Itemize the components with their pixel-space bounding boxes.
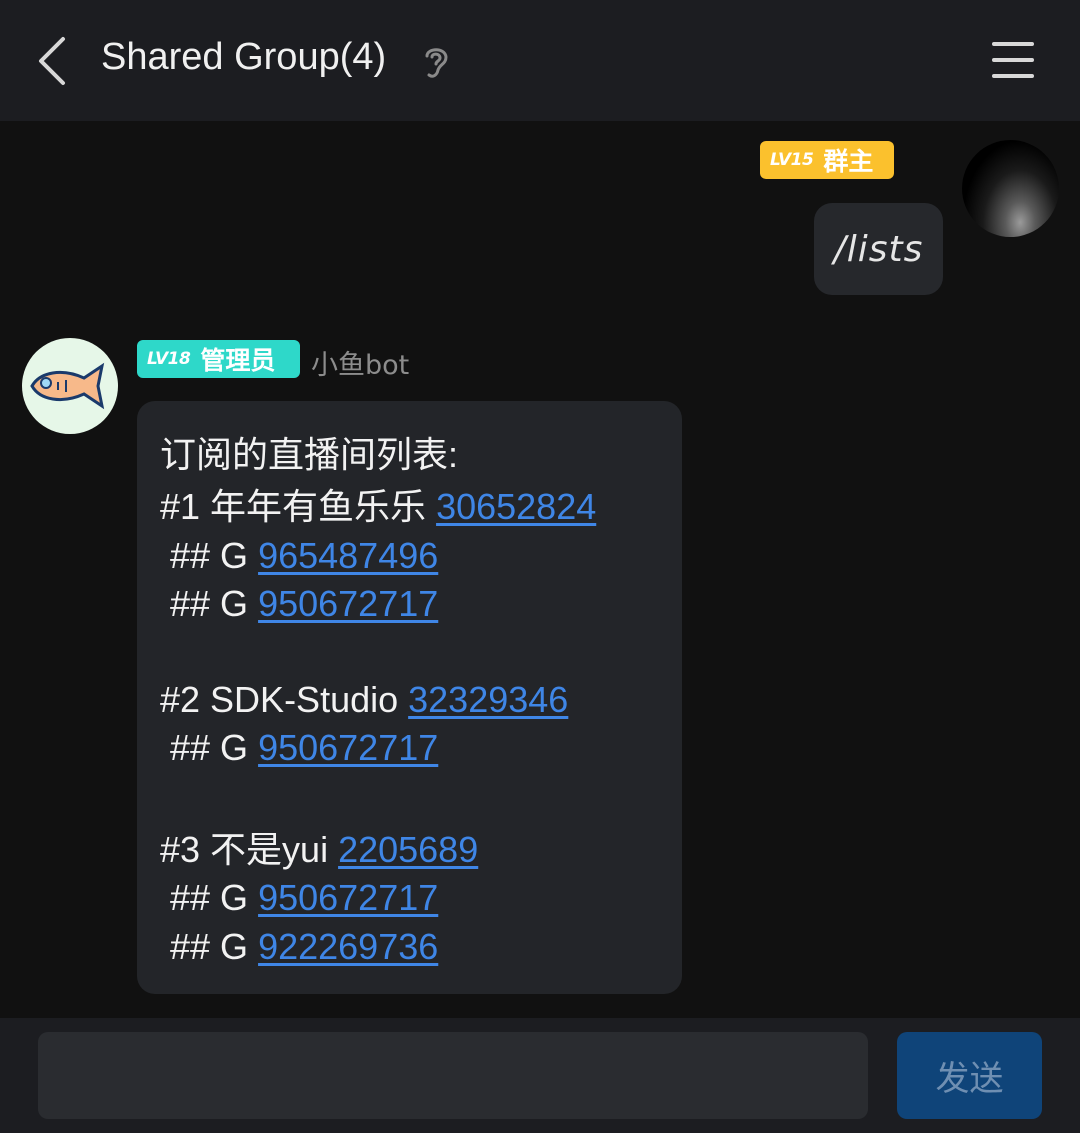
level-label: LV18 <box>147 349 191 369</box>
group-label: ## G <box>160 727 259 768</box>
received-message-bubble[interactable]: 订阅的直播间列表: #1 年年有鱼乐乐 30652824 ## G 965487… <box>137 401 682 994</box>
header-bar: Shared Group(4) <box>0 0 1080 121</box>
room-id-link[interactable]: 30652824 <box>436 486 596 527</box>
owner-level-badge: LV15 群主 <box>760 141 894 179</box>
group-id-link[interactable]: 950672717 <box>258 583 438 624</box>
group-line: ## G 922269736 <box>160 925 438 969</box>
back-button[interactable] <box>24 30 80 92</box>
group-label: ## G <box>160 877 259 918</box>
group-id-link[interactable]: 950672717 <box>258 877 438 918</box>
group-line: ## G 950672717 <box>160 582 438 626</box>
role-label: 管理员 <box>200 346 276 375</box>
avatar[interactable] <box>962 140 1059 237</box>
send-button[interactable]: 发送 <box>897 1032 1042 1119</box>
sent-message-bubble[interactable]: /lists <box>814 203 943 295</box>
room-line: #3 不是yui 2205689 <box>160 828 478 872</box>
group-line: ## G 965487496 <box>160 534 438 578</box>
message-heading: 订阅的直播间列表: <box>160 434 459 475</box>
sender-name: 小鱼bot <box>311 350 410 381</box>
room-label: #3 不是yui <box>160 829 339 870</box>
page-title: Shared Group(4) <box>101 36 387 78</box>
room-id-link[interactable]: 2205689 <box>338 829 478 870</box>
room-line: #1 年年有鱼乐乐 30652824 <box>160 485 596 529</box>
group-id-link[interactable]: 922269736 <box>258 926 438 967</box>
group-line: ## G 950672717 <box>160 726 438 770</box>
room-label: #1 年年有鱼乐乐 <box>160 486 437 527</box>
hamburger-menu-icon[interactable] <box>988 38 1038 82</box>
group-label: ## G <box>160 926 259 967</box>
group-id-link[interactable]: 965487496 <box>258 535 438 576</box>
group-line: ## G 950672717 <box>160 876 438 920</box>
chevron-left-icon <box>39 37 65 85</box>
fish-icon <box>30 362 105 410</box>
bot-avatar[interactable] <box>22 338 118 434</box>
message-input[interactable] <box>38 1032 868 1119</box>
group-label: ## G <box>160 535 259 576</box>
group-id-link[interactable]: 950672717 <box>258 727 438 768</box>
ear-icon[interactable] <box>420 42 452 82</box>
room-line: #2 SDK-Studio 32329346 <box>160 678 568 722</box>
group-label: ## G <box>160 583 259 624</box>
level-label: LV15 <box>770 150 814 170</box>
chat-screen: Shared Group(4) LV15 群主 /lists LV18 管理员 … <box>0 0 1080 1133</box>
room-id-link[interactable]: 32329346 <box>408 679 568 720</box>
admin-level-badge: LV18 管理员 <box>137 340 300 378</box>
room-label: #2 SDK-Studio <box>160 679 409 720</box>
role-label: 群主 <box>823 147 874 176</box>
